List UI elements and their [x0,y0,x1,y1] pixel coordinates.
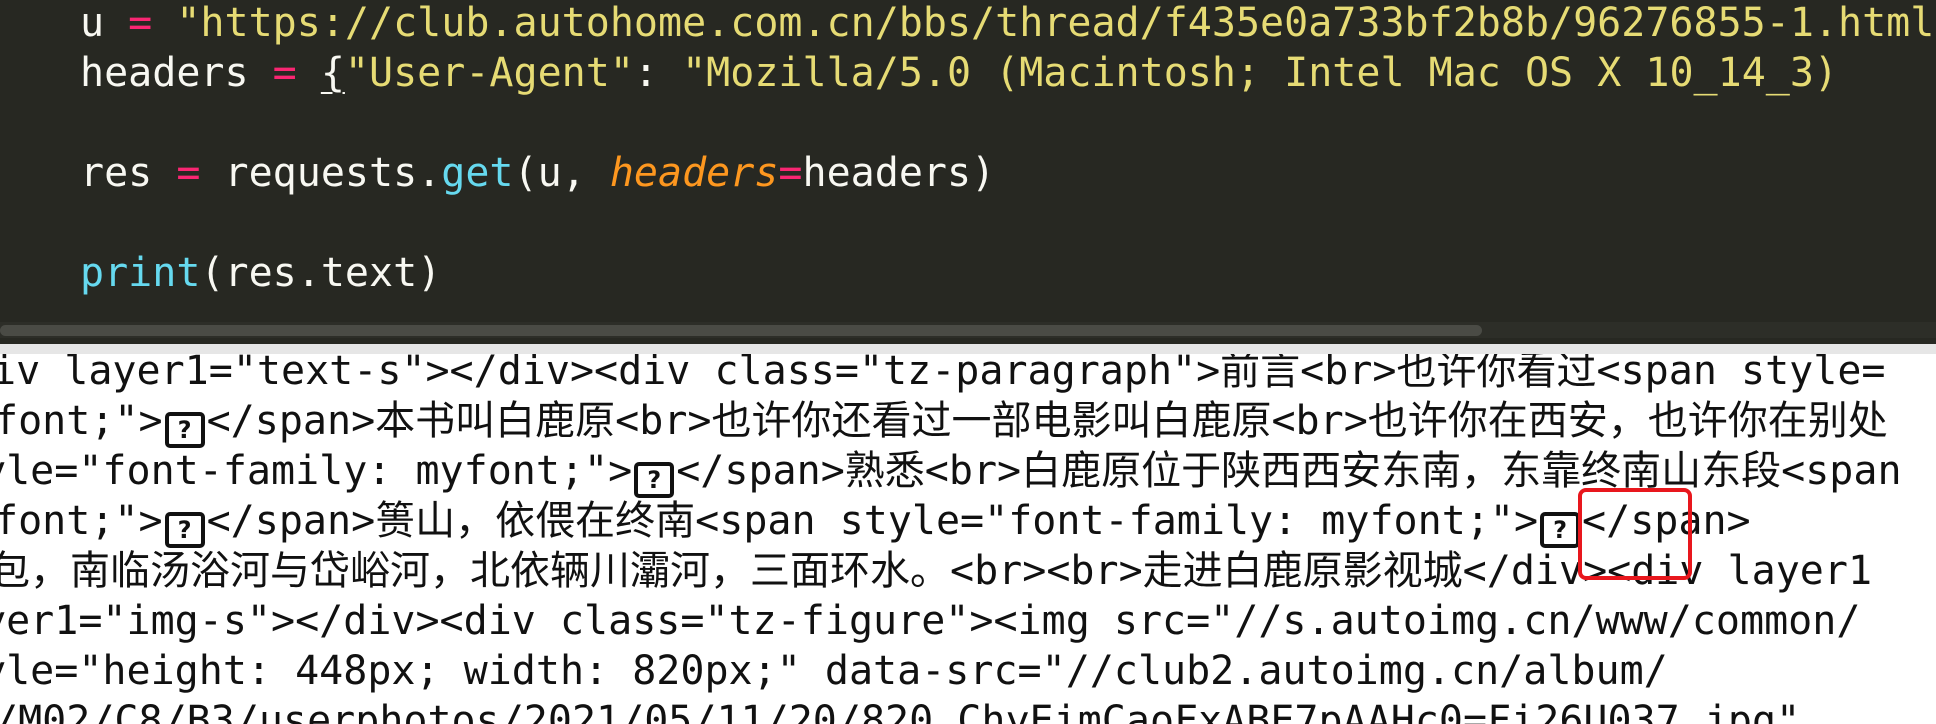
output-line-7: yle="height: 448px; width: 820px;" data-… [0,648,1668,694]
missing-glyph-icon: ? [164,412,205,448]
output-line-3: yle="font-family: myfont;">? </span>熟悉<br… [0,446,1902,498]
print-function: print [80,250,201,296]
requests-module: requests. [224,150,442,196]
print-args: (res.text) [200,250,442,296]
kwarg-equals: = [778,150,803,196]
var-res: res [80,150,153,196]
missing-glyph-icon: ? [1540,512,1581,548]
horizontal-scrollbar-thumb[interactable] [0,325,1482,336]
var-u: u [80,0,105,46]
output-text: </span>篑山，依偎在终南<span style="font-family:… [206,498,1539,544]
url-string: "https://club.autohome.com.cn/bbs/thread… [176,0,1935,46]
headers-kwarg: headers [609,150,779,196]
code-line-request: res = requests.get(u, headers=headers) [80,148,995,198]
panel-divider[interactable] [0,344,1936,354]
args-close: headers) [802,150,996,196]
assign-operator: = [152,150,225,196]
missing-glyph-icon: ? [164,512,205,548]
var-headers: headers [80,50,249,96]
header-key-string: "User-Agent" [344,50,634,96]
output-text: yle="font-family: myfont;"> [0,448,633,494]
args-open: (u, [513,150,610,196]
output-text: </span> [1582,498,1751,544]
console-output[interactable]: iv layer1="text-s"></div><div class="tz-… [0,354,1936,724]
code-line-print: print(res.text) [80,248,441,298]
output-line-8: /M02/C8/B3/userphotos/2021/05/11/20/820_… [0,698,1801,724]
open-brace: { [320,50,345,96]
assign-operator: = [104,0,177,46]
output-line-1: iv layer1="text-s"></div><div class="tz-… [0,354,1886,394]
output-text: </span>熟悉<br>白鹿原位于陕西西安东南，东靠终南山东段<span [676,448,1902,494]
user-agent-string: "Mozilla/5.0 (Macintosh; Intel Mac OS X … [682,50,1863,96]
output-text: font;"> [0,398,163,444]
output-line-5: 包，南临汤浴河与岱峪河，北依辆川灞河，三面环水。<br><br>走进白鹿原影视城… [0,548,1873,594]
output-text: font;"> [0,498,163,544]
output-line-4: font;">? </span>篑山，依偎在终南<span style="font… [0,496,1751,548]
code-editor[interactable]: u = "https://club.autohome.com.cn/bbs/th… [0,0,1936,344]
colon: : [633,50,683,96]
output-line-2: font;">? </span>本书叫白鹿原<br>也许你还看过一部电影叫白鹿原<… [0,396,1888,448]
code-line-url: u = "https://club.autohome.com.cn/bbs/th… [80,0,1934,48]
code-line-headers: headers = {"User-Agent": "Mozilla/5.0 (M… [80,48,1862,98]
missing-glyph-icon: ? [634,462,675,498]
assign-operator: = [248,50,321,96]
output-line-6: yer1="img-s"></div><div class="tz-figure… [0,598,1861,644]
output-text: </span>本书叫白鹿原<br>也许你还看过一部电影叫白鹿原<br>也许你在西… [206,398,1888,444]
get-method: get [441,150,514,196]
